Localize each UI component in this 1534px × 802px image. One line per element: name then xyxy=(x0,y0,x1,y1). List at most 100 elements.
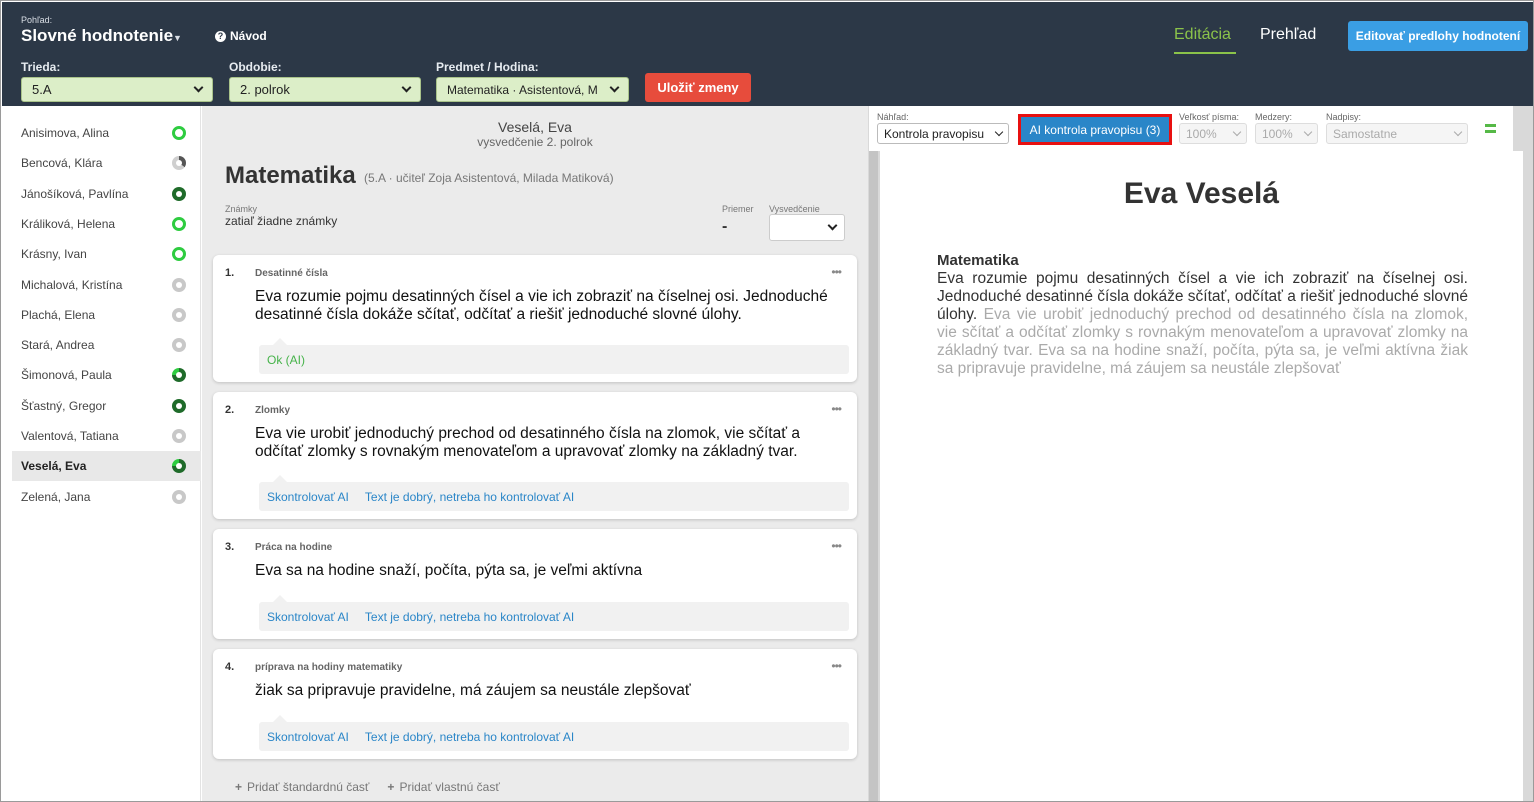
student-list-item[interactable]: Valentová, Tatiana xyxy=(12,421,201,451)
status-circle-icon xyxy=(172,216,186,231)
student-list-item[interactable]: Šimonová, Paula xyxy=(12,360,201,390)
check-ai-link[interactable]: Skontrolovať AI xyxy=(267,490,349,504)
card-text[interactable]: Eva vie urobiť jednoduchý prechod od des… xyxy=(255,425,845,461)
card-number: 4. xyxy=(225,661,235,673)
grades-label: Známky xyxy=(225,204,258,214)
status-circle-icon xyxy=(172,368,186,383)
chevron-down-icon xyxy=(193,82,204,93)
preview-text: Eva rozumie pojmu desatinných čísel a vi… xyxy=(937,270,1468,378)
evaluation-card: 4. príprava na hodiny matematiky ••• žia… xyxy=(213,649,857,759)
editor-panel: Veselá, Eva vysvedčenie 2. polrok Matema… xyxy=(202,106,868,801)
headings-select[interactable]: Samostatne xyxy=(1326,123,1468,144)
student-list-item[interactable]: Michalová, Kristína xyxy=(12,270,201,300)
plus-icon: + xyxy=(387,780,395,794)
more-icon[interactable]: ••• xyxy=(831,659,842,673)
skip-ai-link[interactable]: Text je dobrý, netreba ho kontrolovať AI xyxy=(365,490,574,504)
status-circle-icon xyxy=(172,459,186,474)
status-circle-icon xyxy=(172,338,186,353)
subject-select[interactable]: Matematika · Asistentová, M xyxy=(436,77,629,102)
status-circle-icon xyxy=(172,126,186,140)
status-circle-icon xyxy=(172,186,186,201)
help-link[interactable]: ? Návod xyxy=(215,29,267,43)
more-icon[interactable]: ••• xyxy=(831,265,842,279)
student-name-label: Šťastný, Gregor xyxy=(21,398,107,413)
period-select[interactable]: 2. polrok xyxy=(229,77,421,102)
card-ai-bar: Ok (AI) xyxy=(259,338,849,374)
equals-icon[interactable] xyxy=(1485,124,1496,133)
student-name-label: Anisimova, Alina xyxy=(21,126,110,140)
preview-document: Eva Veselá Matematika Eva rozumie pojmu … xyxy=(880,151,1523,801)
preview-scrollbar[interactable] xyxy=(869,151,878,801)
card-ai-bar: Skontrolovať AI Text je dobrý, netreba h… xyxy=(259,475,849,511)
student-name-label: Bencová, Klára xyxy=(21,156,103,171)
status-circle-icon xyxy=(172,489,186,504)
spacing-select[interactable]: 100% xyxy=(1255,123,1318,144)
tab-editing[interactable]: Editácia xyxy=(1174,26,1231,44)
student-list-item[interactable]: Anisimova, Alina xyxy=(12,118,201,148)
average-value: - xyxy=(722,218,728,235)
preview-toolbar: Náhľad: Kontrola pravopisu Veľkosť písma… xyxy=(869,106,1513,151)
skip-ai-link[interactable]: Text je dobrý, netreba ho kontrolovať AI xyxy=(365,730,574,744)
student-name-label: Valentová, Tatiana xyxy=(21,429,119,443)
grades-value: zatiaľ žiadne známky xyxy=(225,214,338,228)
ai-spellcheck-button[interactable]: AI kontrola pravopisu (3) xyxy=(1018,114,1172,145)
student-list-item[interactable]: Zelená, Jana xyxy=(12,482,201,512)
card-text[interactable]: žiak sa pripravuje pravidelne, má záujem… xyxy=(255,682,845,700)
save-changes-button[interactable]: Uložiť zmeny xyxy=(645,73,751,102)
add-custom-section-button[interactable]: + Pridať vlastnú časť xyxy=(387,780,499,794)
tab-overview[interactable]: Prehľad xyxy=(1260,26,1316,44)
card-title: Zlomky xyxy=(255,405,291,416)
student-name-label: Krásny, Ivan xyxy=(21,247,87,262)
student-list-item[interactable]: Plachá, Elena xyxy=(12,300,201,330)
status-circle-icon xyxy=(172,398,186,413)
card-text[interactable]: Eva sa na hodine snaží, počíta, pýta sa,… xyxy=(255,562,845,580)
ai-status-ok: Ok (AI) xyxy=(267,352,305,367)
more-icon[interactable]: ••• xyxy=(831,539,842,553)
average-label: Priemer xyxy=(722,204,754,214)
chevron-down-icon xyxy=(1232,127,1242,136)
card-text[interactable]: Eva rozumie pojmu desatinných čísel a vi… xyxy=(255,288,845,324)
evaluation-card: 3. Práca na hodine ••• Eva sa na hodine … xyxy=(213,529,857,639)
preview-mode-select[interactable]: Kontrola pravopisu xyxy=(877,123,1009,144)
student-name-label: Jánošíková, Pavlína xyxy=(21,186,129,201)
student-name-label: Zelená, Jana xyxy=(21,489,91,504)
view-switcher[interactable]: Slovné hodnotenie xyxy=(21,26,173,46)
check-ai-link[interactable]: Skontrolovať AI xyxy=(267,730,349,744)
certificate-label: vysvedčenie 2. polrok xyxy=(477,135,593,149)
student-list-item[interactable]: Králiková, Helena xyxy=(12,209,201,239)
headings-label: Nadpisy: xyxy=(1326,112,1362,122)
student-name-label: Šimonová, Paula xyxy=(21,368,112,383)
certificate-grade-select[interactable] xyxy=(769,214,845,241)
student-list-item[interactable]: Veselá, Eva xyxy=(12,451,201,482)
student-name-label: Veselá, Eva xyxy=(21,459,87,474)
app-frame: Pohľad: Slovné hodnotenie ▼ ? Návod Edit… xyxy=(0,0,1534,802)
card-title: príprava na hodiny matematiky xyxy=(255,662,403,673)
card-number: 1. xyxy=(225,267,235,279)
status-circle-icon xyxy=(172,156,186,171)
more-icon[interactable]: ••• xyxy=(831,402,842,416)
chevron-down-icon xyxy=(827,220,838,231)
font-size-select[interactable]: 100% xyxy=(1179,123,1247,144)
student-name-label: Králiková, Helena xyxy=(21,216,116,231)
plus-icon: + xyxy=(235,780,243,794)
student-name-label: Stará, Andrea xyxy=(21,338,95,353)
student-sidebar: Anisimova, Alina Bencová, Klára Jánošíková… xyxy=(2,106,201,801)
status-circle-icon xyxy=(172,307,186,322)
subject-label: Predmet / Hodina: xyxy=(436,60,539,74)
add-standard-section-button[interactable]: + Pridať štandardnú časť xyxy=(235,780,369,794)
student-list-item[interactable]: Jánošíková, Pavlína xyxy=(12,179,201,209)
edit-templates-button[interactable]: Editovať predlohy hodnotení xyxy=(1348,21,1528,51)
class-select[interactable]: 5.A xyxy=(21,77,213,102)
preview-mode-label: Náhľad: xyxy=(877,112,909,122)
skip-ai-link[interactable]: Text je dobrý, netreba ho kontrolovať AI xyxy=(365,610,574,624)
student-list-item[interactable]: Šťastný, Gregor xyxy=(12,391,201,421)
help-label: Návod xyxy=(230,29,267,43)
student-list-item[interactable]: Bencová, Klára xyxy=(12,148,201,178)
card-number: 2. xyxy=(225,404,235,416)
evaluation-card: 2. Zlomky ••• Eva vie urobiť jednoduchý … xyxy=(213,392,857,519)
caret-down-icon[interactable]: ▼ xyxy=(173,33,182,43)
check-ai-link[interactable]: Skontrolovať AI xyxy=(267,610,349,624)
student-list-item[interactable]: Stará, Andrea xyxy=(12,330,201,360)
student-list-item[interactable]: Krásny, Ivan xyxy=(12,239,201,269)
status-circle-icon xyxy=(172,277,186,292)
